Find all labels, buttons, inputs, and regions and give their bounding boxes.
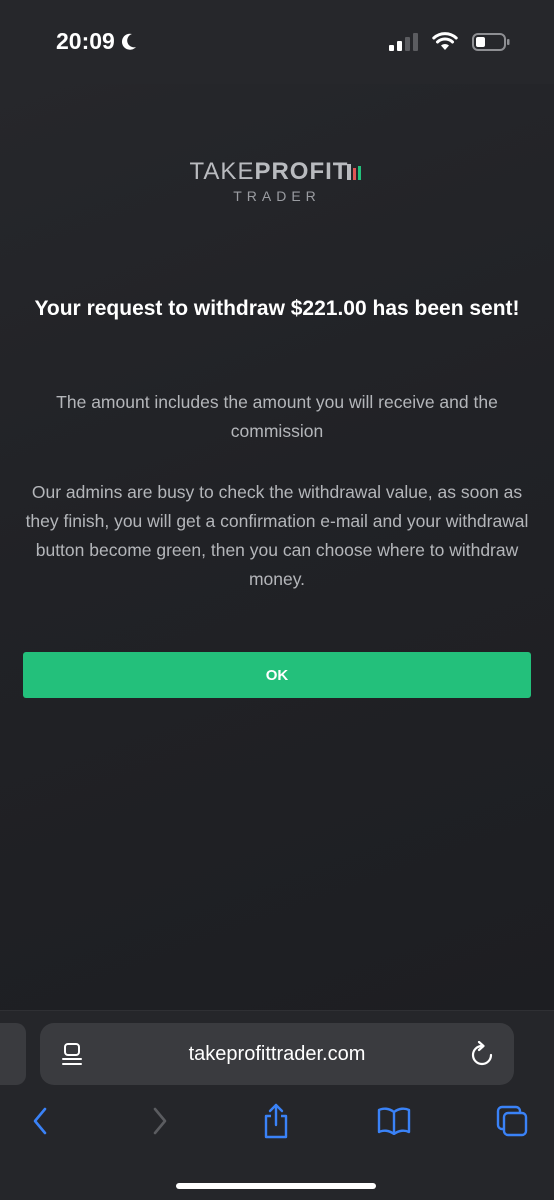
address-url[interactable]: takeprofittrader.com <box>40 1023 514 1085</box>
browser-toolbar <box>0 1101 554 1141</box>
browser-bottom-bar: takeprofittrader.com <box>0 1010 554 1200</box>
home-indicator <box>176 1183 376 1189</box>
ok-button[interactable]: OK <box>23 652 531 698</box>
logo-candles-icon <box>347 164 362 180</box>
previous-tab-preview[interactable] <box>0 1023 26 1085</box>
admin-review-note: Our admins are busy to check the withdra… <box>25 482 529 589</box>
moon-icon <box>121 33 136 50</box>
address-bar[interactable]: takeprofittrader.com <box>40 1023 514 1085</box>
chevron-left-icon <box>33 1107 47 1135</box>
success-headline: Your request to withdraw $221.00 has bee… <box>34 297 520 320</box>
share-icon <box>264 1103 288 1139</box>
signal-icon <box>389 32 418 51</box>
logo-wordmark: TAKEPROFIT <box>0 158 554 186</box>
share-button[interactable] <box>256 1101 296 1141</box>
logo-subtitle: TRADER <box>233 188 321 204</box>
bookmarks-button[interactable] <box>374 1101 414 1141</box>
tabs-icon <box>496 1105 528 1137</box>
book-icon <box>377 1107 411 1135</box>
status-bar: 20:09 <box>0 0 554 84</box>
reload-icon[interactable] <box>470 1041 494 1067</box>
chevron-right-icon <box>153 1107 167 1135</box>
status-indicators <box>388 32 510 51</box>
back-button[interactable] <box>20 1101 60 1141</box>
wifi-icon <box>432 32 458 50</box>
page-content: TAKEPROFIT TRADER Your request to withdr… <box>0 84 554 1010</box>
status-time: 20:09 <box>56 28 137 55</box>
battery-icon <box>472 32 510 51</box>
time-text: 20:09 <box>56 28 115 54</box>
takeprofit-logo: TAKEPROFIT TRADER <box>0 158 554 204</box>
commission-note: The amount includes the amount you will … <box>56 392 498 441</box>
forward-button[interactable] <box>140 1101 180 1141</box>
tabs-button[interactable] <box>492 1101 532 1141</box>
